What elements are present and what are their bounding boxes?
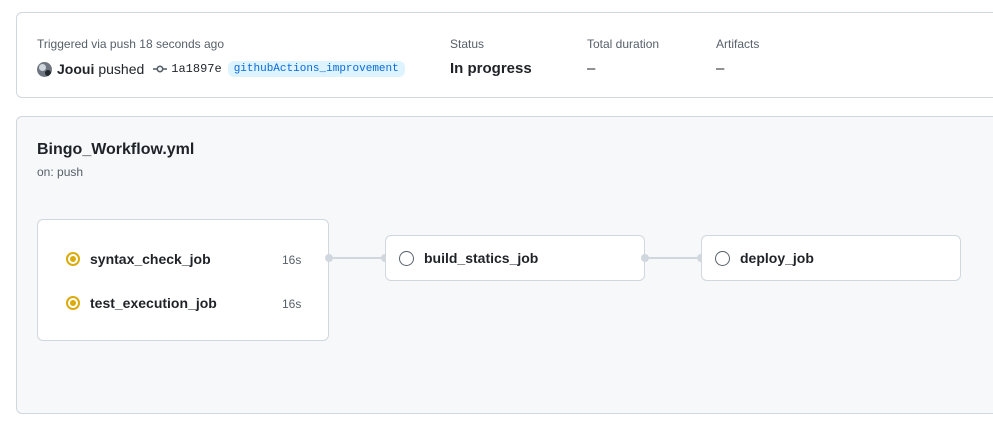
- job-duration: 16s: [282, 297, 302, 311]
- status-in-progress-icon: [66, 252, 80, 266]
- status-queued-icon: [399, 250, 414, 266]
- connector-line: [333, 257, 381, 259]
- job-group-card: syntax_check_job 16s test_execution_job …: [37, 219, 329, 341]
- status-label: Status: [450, 37, 485, 51]
- duration-label: Total duration: [587, 37, 660, 51]
- actor-row: Jooui pushed 1a1897e githubActions_impro…: [37, 60, 405, 78]
- job-build-statics[interactable]: build_statics_job: [399, 250, 538, 266]
- artifacts-value: –: [716, 60, 725, 77]
- job-name: deploy_job: [740, 250, 814, 266]
- duration-value: –: [587, 60, 596, 77]
- job-syntax-check[interactable]: syntax_check_job: [66, 251, 211, 267]
- job-duration: 16s: [282, 253, 302, 267]
- commit-sha-link[interactable]: 1a1897e: [171, 62, 221, 76]
- job-card-build-statics[interactable]: build_statics_job: [385, 235, 645, 281]
- git-commit-icon: [153, 64, 168, 74]
- status-value: In progress: [450, 60, 532, 77]
- job-name: syntax_check_job: [90, 251, 211, 267]
- avatar[interactable]: [37, 61, 52, 77]
- workflow-graph: Bingo_Workflow.yml on: push syntax_check…: [16, 116, 993, 414]
- connector-dot: [641, 254, 649, 262]
- branch-badge[interactable]: githubActions_improvement: [227, 61, 405, 77]
- run-summary: Triggered via push 18 seconds ago Jooui …: [16, 12, 993, 98]
- connector-line: [649, 257, 697, 259]
- job-name: test_execution_job: [90, 295, 217, 311]
- connector-dot: [325, 254, 333, 262]
- status-queued-icon: [715, 250, 730, 266]
- trigger-info: Triggered via push 18 seconds ago: [37, 37, 225, 51]
- job-deploy[interactable]: deploy_job: [715, 250, 814, 266]
- job-card-deploy[interactable]: deploy_job: [701, 235, 961, 281]
- artifacts-label: Artifacts: [716, 37, 760, 51]
- action-text: pushed: [98, 61, 145, 77]
- job-name: build_statics_job: [424, 250, 539, 266]
- workflow-trigger: on: push: [37, 165, 84, 179]
- actor-link[interactable]: Jooui: [57, 61, 94, 77]
- status-in-progress-icon: [66, 296, 80, 310]
- workflow-file-title: Bingo_Workflow.yml: [37, 141, 195, 158]
- job-test-execution[interactable]: test_execution_job: [66, 295, 217, 311]
